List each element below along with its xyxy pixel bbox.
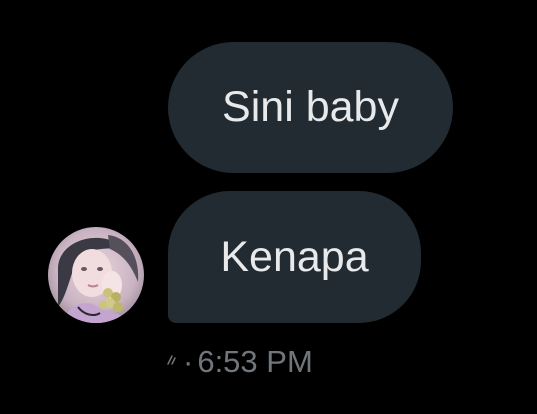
- meta-separator: ·: [183, 344, 194, 379]
- message-text: Kenapa: [220, 232, 369, 281]
- message-text: Sini baby: [222, 83, 399, 131]
- timestamp: 6:53 PM: [197, 344, 313, 379]
- sender-avatar[interactable]: [48, 227, 144, 323]
- message-bubble[interactable]: Kenapa: [168, 191, 421, 323]
- avatar-photo-icon: [48, 227, 144, 323]
- message-bubble[interactable]: Sini baby: [168, 42, 453, 173]
- sent-status-icon: [167, 355, 176, 365]
- message-meta: · 6:53 PM: [163, 342, 313, 382]
